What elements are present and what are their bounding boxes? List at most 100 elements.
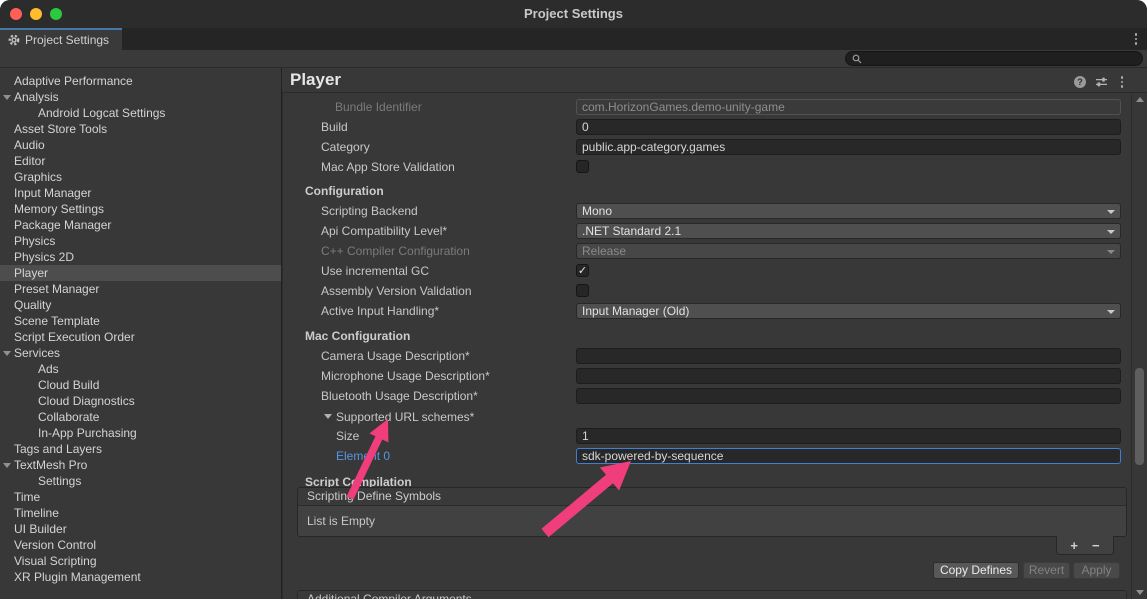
sidebar-item-memory-settings[interactable]: Memory Settings (0, 201, 281, 217)
sidebar-item-ads[interactable]: Ads (0, 361, 281, 377)
sidebar-item-script-execution-order[interactable]: Script Execution Order (0, 329, 281, 345)
sidebar-item-label: Memory Settings (14, 202, 104, 216)
sidebar-item-textmesh-pro[interactable]: TextMesh Pro (0, 457, 281, 473)
field-label: Bluetooth Usage Description* (321, 389, 478, 403)
microphone-usage-input[interactable] (576, 368, 1121, 384)
build-input[interactable]: 0 (576, 119, 1121, 135)
sidebar-item-preset-manager[interactable]: Preset Manager (0, 281, 281, 297)
sidebar-item-player[interactable]: Player (0, 265, 281, 281)
foldout-open-icon[interactable] (3, 463, 11, 468)
page-title: Player (290, 70, 341, 90)
sidebar-item-label: Script Execution Order (14, 330, 135, 344)
selected-value: Mono (582, 204, 612, 218)
sidebar-item-label: Tags and Layers (14, 442, 102, 456)
sidebar-item-cloud-diagnostics[interactable]: Cloud Diagnostics (0, 393, 281, 409)
sidebar-item-collaborate[interactable]: Collaborate (0, 409, 281, 425)
sidebar-item-label: Services (14, 346, 60, 360)
field-row-bluetooth-usage: Bluetooth Usage Description* (283, 388, 1131, 406)
scroll-up-icon[interactable] (1136, 97, 1144, 102)
sidebar-item-android-logcat-settings[interactable]: Android Logcat Settings (0, 105, 281, 121)
camera-usage-input[interactable] (576, 348, 1121, 364)
active-input-handling-select[interactable]: Input Manager (Old) (576, 303, 1121, 319)
sidebar-item-physics-2d[interactable]: Physics 2D (0, 249, 281, 265)
api-compatibility-select[interactable]: .NET Standard 2.1 (576, 223, 1121, 239)
copy-defines-button[interactable]: Copy Defines (933, 562, 1019, 579)
foldout-open-icon (324, 414, 332, 419)
use-incremental-gc-checkbox[interactable]: ✓ (576, 264, 589, 277)
sidebar-item-label: Preset Manager (14, 282, 99, 296)
body-area: Adaptive PerformanceAnalysisAndroid Logc… (0, 68, 1147, 599)
field-row-assembly-validation: Assembly Version Validation (283, 283, 1131, 301)
vertical-scrollbar[interactable] (1131, 93, 1147, 599)
field-label: Size (336, 429, 359, 443)
tab-project-settings[interactable]: Project Settings (0, 28, 122, 50)
sidebar-item-ui-builder[interactable]: UI Builder (0, 521, 281, 537)
mac-app-store-validation-checkbox[interactable] (576, 160, 589, 173)
sidebar-item-version-control[interactable]: Version Control (0, 537, 281, 553)
field-label: Mac App Store Validation (321, 160, 455, 174)
remove-button[interactable]: − (1092, 538, 1100, 553)
sidebar-item-label: Package Manager (14, 218, 111, 232)
panel-menu-icon[interactable] (1117, 75, 1127, 89)
foldout-label: Supported URL schemes* (336, 410, 474, 424)
sidebar-item-analysis[interactable]: Analysis (0, 89, 281, 105)
sidebar-item-label: Time (14, 490, 40, 504)
add-button[interactable]: + (1070, 538, 1078, 553)
sidebar-item-in-app-purchasing[interactable]: In-App Purchasing (0, 425, 281, 441)
sidebar-item-audio[interactable]: Audio (0, 137, 281, 153)
sidebar-item-label: Visual Scripting (14, 554, 97, 568)
sidebar-item-physics[interactable]: Physics (0, 233, 281, 249)
define-symbols-header[interactable]: Scripting Define Symbols (298, 488, 1126, 506)
url-scheme-element-0-input[interactable]: sdk-powered-by-sequence (576, 448, 1121, 464)
search-box[interactable] (845, 51, 1143, 66)
scrollbar-thumb[interactable] (1135, 368, 1144, 465)
field-label: Microphone Usage Description* (321, 369, 490, 383)
foldout-open-icon[interactable] (3, 95, 11, 100)
scroll-down-icon[interactable] (1136, 590, 1144, 595)
sidebar-item-package-manager[interactable]: Package Manager (0, 217, 281, 233)
field-label: Assembly Version Validation (321, 284, 472, 298)
sidebar-item-xr-plugin-management[interactable]: XR Plugin Management (0, 569, 281, 585)
foldout-open-icon[interactable] (3, 351, 11, 356)
sidebar-item-label: Physics 2D (14, 250, 74, 264)
sidebar-item-timeline[interactable]: Timeline (0, 505, 281, 521)
tab-menu-icon[interactable] (1131, 32, 1141, 46)
field-row-api-compatibility: Api Compatibility Level* .NET Standard 2… (283, 223, 1131, 241)
tab-label: Project Settings (25, 33, 109, 47)
url-schemes-size-input[interactable]: 1 (576, 428, 1121, 444)
sidebar-item-services[interactable]: Services (0, 345, 281, 361)
sidebar-item-input-manager[interactable]: Input Manager (0, 185, 281, 201)
assembly-version-validation-checkbox[interactable] (576, 284, 589, 297)
search-input[interactable] (866, 53, 1136, 65)
sidebar-item-tags-and-layers[interactable]: Tags and Layers (0, 441, 281, 457)
sidebar-item-scene-template[interactable]: Scene Template (0, 313, 281, 329)
category-input[interactable]: public.app-category.games (576, 139, 1121, 155)
field-row-microphone-usage: Microphone Usage Description* (283, 368, 1131, 386)
apply-button: Apply (1073, 562, 1120, 579)
sidebar-item-asset-store-tools[interactable]: Asset Store Tools (0, 121, 281, 137)
help-icon[interactable]: ? (1074, 76, 1086, 88)
scripting-backend-select[interactable]: Mono (576, 203, 1121, 219)
field-label: Build (321, 120, 348, 134)
sidebar-item-quality[interactable]: Quality (0, 297, 281, 313)
chevron-down-icon (1107, 230, 1115, 234)
toolbar (0, 50, 1147, 68)
sidebar-item-settings[interactable]: Settings (0, 473, 281, 489)
foldout-supported-url-schemes[interactable]: Supported URL schemes* (283, 409, 1131, 427)
bluetooth-usage-input[interactable] (576, 388, 1121, 404)
field-label: Use incremental GC (321, 264, 429, 278)
field-label: Camera Usage Description* (321, 349, 470, 363)
presets-icon[interactable] (1095, 76, 1108, 88)
field-row-size: Size 1 (283, 428, 1131, 446)
sidebar-item-visual-scripting[interactable]: Visual Scripting (0, 553, 281, 569)
sidebar-item-graphics[interactable]: Graphics (0, 169, 281, 185)
sidebar-item-cloud-build[interactable]: Cloud Build (0, 377, 281, 393)
sidebar-item-adaptive-performance[interactable]: Adaptive Performance (0, 73, 281, 89)
scripting-define-symbols-box: Scripting Define Symbols List is Empty (297, 487, 1127, 537)
sidebar-item-time[interactable]: Time (0, 489, 281, 505)
sidebar-item-label: Audio (14, 138, 45, 152)
sidebar-item-editor[interactable]: Editor (0, 153, 281, 169)
revert-button: Revert (1023, 562, 1070, 579)
sidebar-item-label: Input Manager (14, 186, 91, 200)
bundle-identifier-input: com.HorizonGames.demo-unity-game (576, 99, 1121, 115)
